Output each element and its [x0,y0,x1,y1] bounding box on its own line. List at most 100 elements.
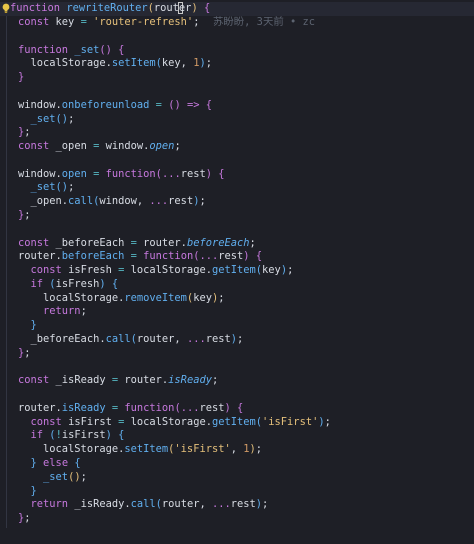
code-token: _open. [18,195,69,208]
code-token: localStorage. [124,415,212,428]
code-token: ; [255,443,263,456]
code-line: _beforeEach.call(router, ...rest); [18,333,244,347]
code-line: localStorage.removeItem(key); [18,291,224,306]
code-token: ; [80,470,87,483]
code-token: function [124,401,175,414]
code-token: router. [136,236,187,249]
code-line: const isFirst = localStorage.getItem('is… [18,416,331,430]
code-token: _isReady [55,374,112,387]
code-token: { [237,401,244,414]
git-blame-annotation: 苏盼盼, 3天前 • zc [213,16,315,29]
code-token: isReady [168,374,212,387]
code-token: router [153,2,192,15]
code-token: ; [324,415,331,428]
code-token: localStorage. [18,291,125,304]
code-token: _open [55,140,94,153]
code-token: call [68,195,94,208]
code-token: call [130,498,156,511]
code-line: const _beforeEach = router.beforeEach; [18,237,256,251]
code-token: ; [68,181,75,194]
code-token: ; [80,305,87,318]
code-token: isFirst [68,415,119,428]
code-line: if (!isFirst) { [18,429,125,443]
code-line: const key = 'router-refresh'; [18,16,199,30]
code-token: ; [174,140,181,153]
code-token: beforeEach [186,236,250,249]
code-token: const [18,16,56,29]
code-token: onbeforeunload [61,98,150,111]
code-token: } [30,484,37,497]
code-line: router.isReady = function(...rest) { [18,402,243,416]
code-line: const _isReady = router.isReady; [18,374,218,388]
code-token: if [30,429,50,442]
code-token: const [18,236,56,249]
code-token: rest [218,250,244,263]
code-token: router, [136,333,187,346]
code-line: localStorage.setItem('isFirst', 1); [18,443,262,457]
code-token: ; [262,498,269,511]
code-token: function [143,250,194,263]
code-token: call [105,333,131,346]
code-token: localStorage. [124,264,212,277]
code-token: _isReady. [74,498,131,511]
code-token: rest [180,167,206,180]
code-token: } [18,71,25,84]
code-token: ; [211,374,219,387]
code-line: _set(); [18,181,75,195]
code-line: } else { [18,457,81,471]
code-token: ; [199,195,206,208]
code-token: ; [24,126,31,139]
code-token: ... [211,498,231,511]
code-token: key [55,16,81,29]
code-token: _set [43,470,69,483]
code-token: window. [99,140,150,153]
code-token: rest [168,195,194,208]
code-line: }; [18,512,31,526]
code-token: unction [16,2,67,15]
code-token: function [105,167,156,180]
code-token: () [55,112,69,125]
code-line: }; [18,126,31,140]
code-token: const [30,415,69,428]
code-token: key [262,264,281,277]
code-token: getItem [211,415,256,428]
lightbulb-icon[interactable] [2,3,10,14]
code-token: ... [186,333,206,346]
code-token: () [168,98,181,111]
code-token: isReady [61,401,106,414]
indent-guide [6,16,7,528]
code-token: ; [24,346,31,359]
code-token: 'isFirst' [262,415,319,428]
code-token: ; [193,16,200,29]
code-token: ... [199,250,219,263]
code-token: window. [18,98,62,111]
code-token: 'isFirst' [174,443,231,456]
code-line: window.onbeforeunload = () => { [18,99,212,113]
code-token: setItem [111,57,156,70]
code-token: _set [30,112,56,125]
code-token: _beforeEach [55,236,131,249]
code-line: window.open = function(...rest) { [18,168,225,182]
code-line: } [18,319,37,333]
code-token: rest [199,401,225,414]
code-token: ; [237,333,244,346]
code-token: const [30,264,69,277]
code-editor[interactable]: function rewriteRouter(router) {const ke… [0,0,474,544]
code-line: return; [18,305,87,319]
code-token: { [205,98,213,111]
code-token: ; [68,112,75,125]
code-token: ... [149,195,169,208]
code-token: isFirst [61,429,106,442]
code-token: , [230,443,244,456]
code-token: _set [74,43,100,56]
code-token: rest [230,498,256,511]
code-token: ; [24,512,31,525]
code-line: if (isFresh) { [18,278,119,292]
